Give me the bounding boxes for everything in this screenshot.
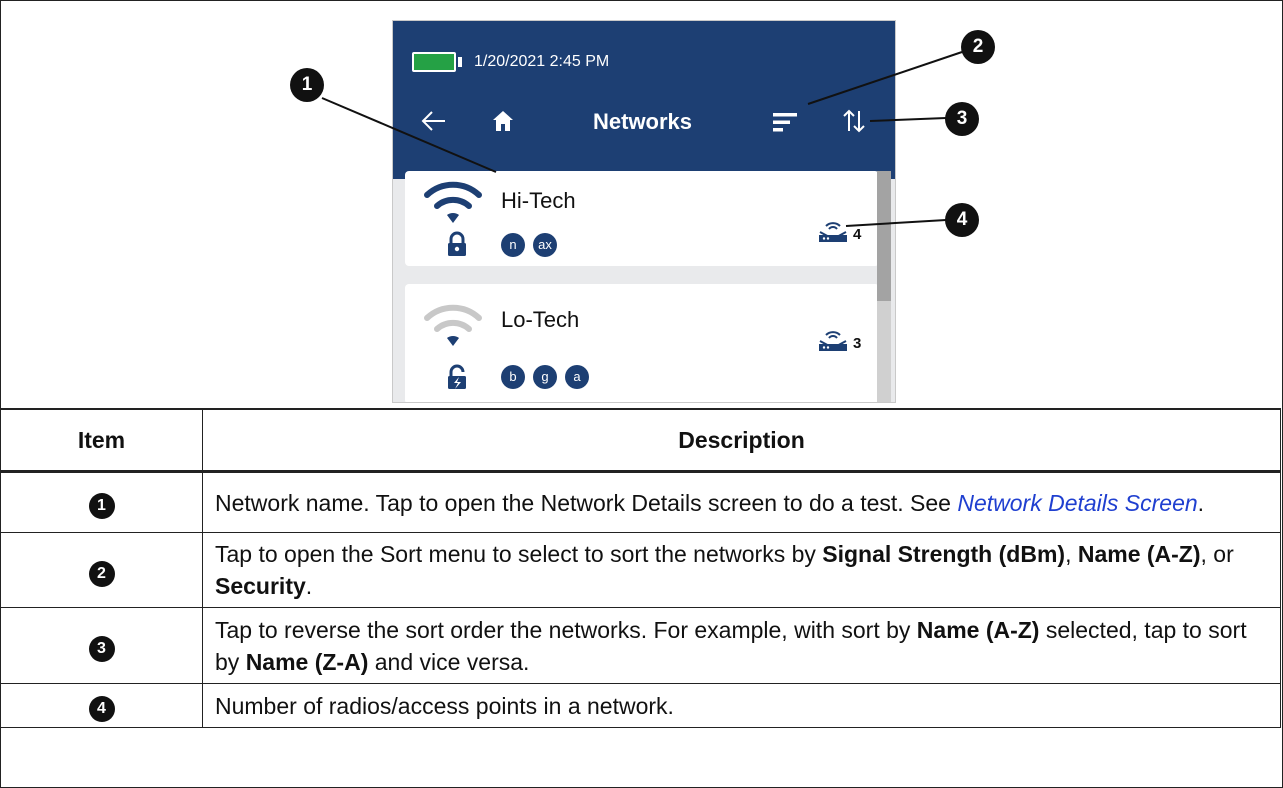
access-point-count: 3 bbox=[817, 328, 861, 352]
status-datetime: 1/20/2021 2:45 PM bbox=[474, 53, 610, 70]
column-header-item: Item bbox=[0, 409, 203, 472]
column-header-description: Description bbox=[202, 409, 1281, 472]
callout-marker: 3 bbox=[945, 102, 979, 136]
description-cell: Number of radios/access points in a netw… bbox=[202, 683, 1281, 728]
description-text: . bbox=[305, 573, 313, 599]
screen-title: Networks bbox=[593, 109, 693, 134]
description-table: Item Description 1 Network name. Tap to … bbox=[0, 409, 1281, 728]
table-row: 1 Network name. Tap to open the Network … bbox=[0, 471, 1281, 533]
description-text: , bbox=[1065, 541, 1078, 567]
description-text: Tap to reverse the sort order the networ… bbox=[215, 616, 917, 643]
item-cell: 2 bbox=[0, 532, 203, 608]
router-icon bbox=[819, 331, 847, 351]
bold-term: Name (A-Z) bbox=[916, 616, 1040, 643]
back-arrow-icon[interactable] bbox=[419, 107, 447, 135]
protocol-badges: n ax bbox=[501, 233, 557, 257]
access-point-count: 4 bbox=[817, 219, 861, 243]
wifi-strong-icon bbox=[424, 181, 482, 223]
network-card[interactable]: Lo-Tech b g a 3 bbox=[405, 284, 879, 402]
scrollbar-thumb[interactable] bbox=[877, 171, 891, 301]
description-text: and vice versa. bbox=[368, 648, 530, 675]
network-card[interactable]: Hi-Tech n ax 4 bbox=[405, 171, 879, 266]
description-text: . bbox=[1197, 489, 1205, 516]
description-cell: Network name. Tap to open the Network De… bbox=[202, 471, 1281, 533]
network-details-link[interactable]: Network Details Screen bbox=[957, 490, 1197, 516]
top-bar: 1/20/2021 2:45 PM Networks bbox=[393, 21, 895, 179]
item-number: 1 bbox=[88, 493, 115, 519]
item-number: 4 bbox=[88, 696, 115, 722]
home-icon[interactable] bbox=[491, 109, 515, 133]
bold-term: Name (A-Z) bbox=[1077, 541, 1201, 567]
router-icon bbox=[819, 222, 847, 242]
item-cell: 1 bbox=[0, 471, 203, 533]
description-text: Tap to open the Sort menu to select to s… bbox=[215, 541, 823, 567]
protocol-badge: g bbox=[533, 365, 557, 389]
item-cell: 4 bbox=[0, 683, 203, 728]
bold-term: Name (Z-A) bbox=[245, 648, 369, 675]
network-name[interactable]: Hi-Tech bbox=[501, 188, 576, 214]
protocol-badges: b g a bbox=[501, 365, 589, 389]
description-cell: Tap to open the Sort menu to select to s… bbox=[202, 532, 1281, 608]
description-cell: Tap to reverse the sort order the networ… bbox=[202, 607, 1281, 684]
battery-icon bbox=[412, 52, 456, 72]
description-text: Number of radios/access points in a netw… bbox=[215, 692, 674, 719]
battery-tip bbox=[458, 57, 462, 67]
table-header-row: Item Description bbox=[0, 409, 1281, 472]
item-number: 2 bbox=[88, 560, 115, 587]
description-text: , or bbox=[1200, 541, 1234, 567]
table-row: 4 Number of radios/access points in a ne… bbox=[0, 683, 1281, 728]
reverse-sort-icon[interactable] bbox=[840, 107, 868, 135]
ap-count: 3 bbox=[853, 335, 862, 352]
protocol-badge: a bbox=[565, 365, 589, 389]
device-screen: 1/20/2021 2:45 PM Networks Hi-Tech n ax … bbox=[392, 20, 896, 403]
callout-marker: 1 bbox=[290, 68, 324, 102]
wifi-weak-icon bbox=[424, 304, 482, 346]
protocol-badge: b bbox=[501, 365, 525, 389]
network-name[interactable]: Lo-Tech bbox=[501, 307, 579, 333]
bold-term: Signal Strength (dBm) bbox=[822, 541, 1066, 567]
callout-marker: 2 bbox=[961, 30, 995, 64]
table-row: 2 Tap to open the Sort menu to select to… bbox=[0, 532, 1281, 608]
item-cell: 3 bbox=[0, 607, 203, 684]
protocol-badge: n bbox=[501, 233, 525, 257]
item-number: 3 bbox=[88, 636, 115, 662]
ap-count: 4 bbox=[853, 226, 862, 243]
sort-menu-icon[interactable] bbox=[771, 110, 801, 134]
lock-icon bbox=[448, 231, 466, 256]
callout-marker: 4 bbox=[945, 203, 979, 237]
description-text: Network name. Tap to open the Network De… bbox=[215, 489, 958, 516]
unlocked-icon bbox=[448, 364, 466, 389]
protocol-badge: ax bbox=[533, 233, 557, 257]
bold-term: Security bbox=[215, 573, 306, 599]
figure: 1/20/2021 2:45 PM Networks Hi-Tech n ax … bbox=[0, 0, 1281, 409]
table-row: 3 Tap to reverse the sort order the netw… bbox=[0, 607, 1281, 684]
